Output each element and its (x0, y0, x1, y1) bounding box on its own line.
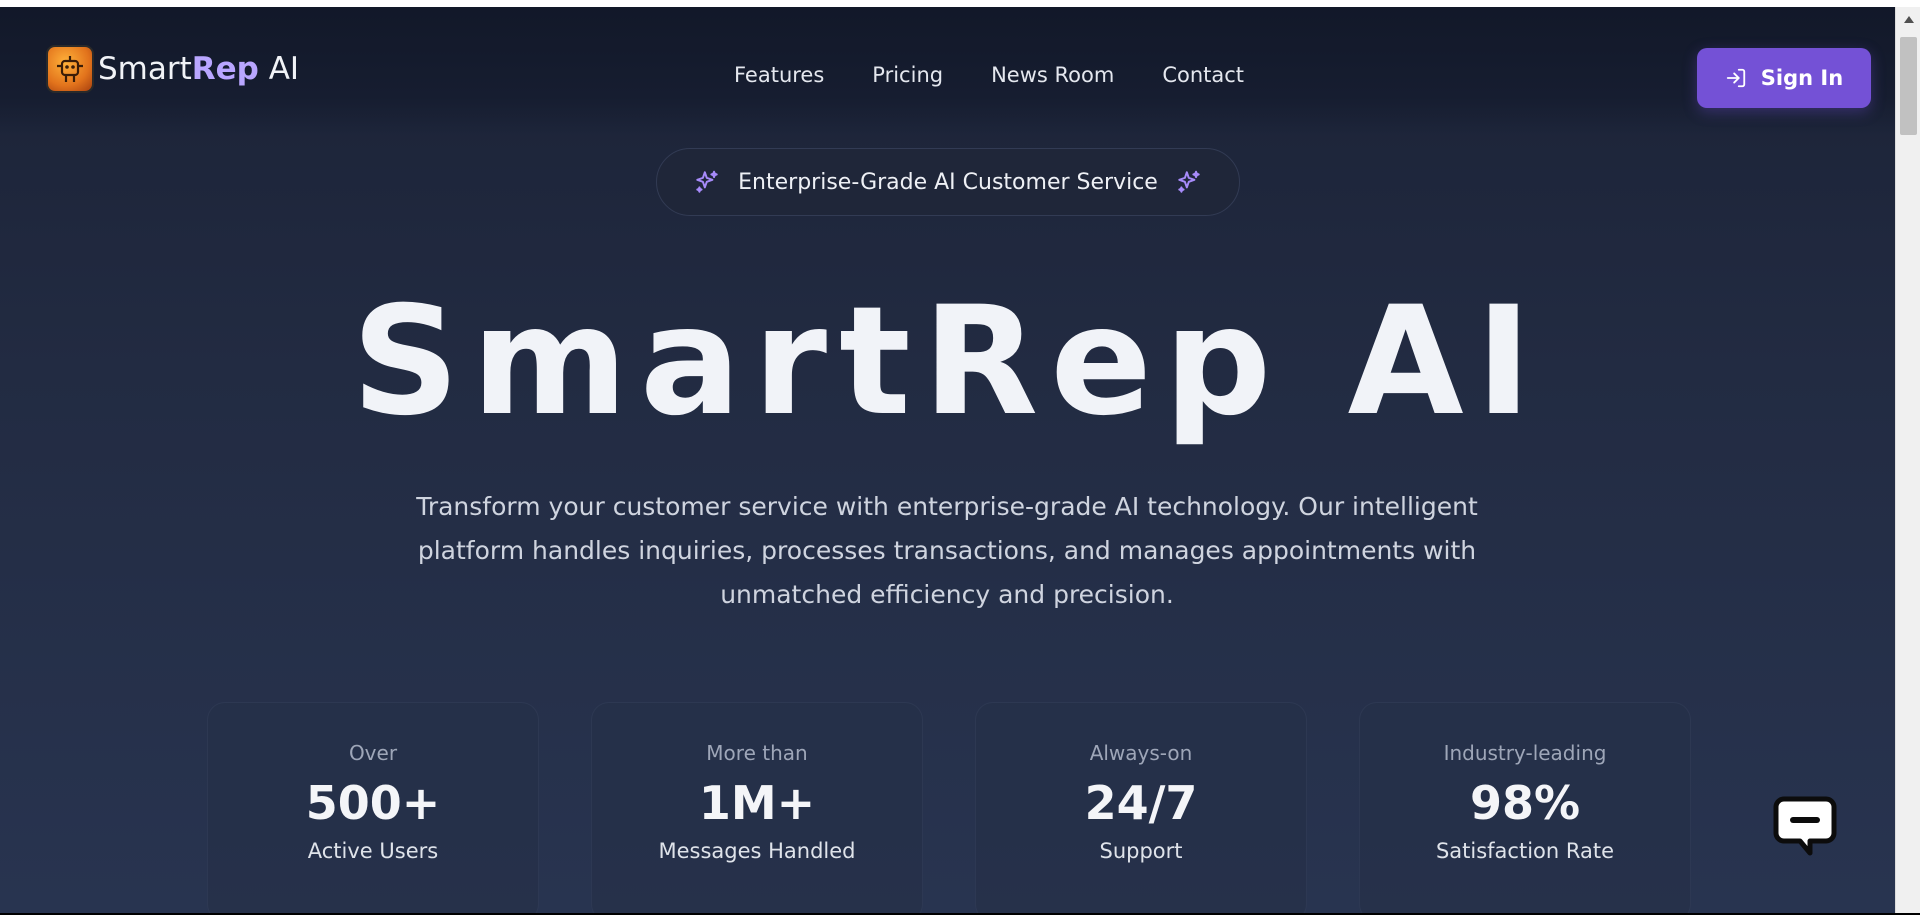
scroll-up-arrow-icon[interactable] (1896, 7, 1920, 31)
nav-link-features[interactable]: Features (734, 63, 824, 87)
stat-label: Messages Handled (658, 839, 856, 863)
brand-wordmark: SmartRep AI (98, 51, 299, 87)
brand-name-part2: Rep (191, 51, 259, 87)
stat-card-users: Over 500+ Active Users (207, 702, 539, 913)
sparkle-icon (696, 170, 718, 193)
sparkle-icon (1178, 170, 1200, 193)
stat-card-messages: More than 1M+ Messages Handled (591, 702, 923, 913)
stat-label: Active Users (307, 839, 439, 863)
sign-in-label: Sign In (1760, 66, 1844, 90)
stat-prefix: Over (348, 741, 398, 765)
sign-in-button[interactable]: Sign In (1697, 48, 1871, 108)
stat-value: 500+ (305, 776, 441, 830)
stat-prefix: Always-on (1089, 741, 1193, 765)
stat-card-support: Always-on 24/7 Support (975, 702, 1307, 913)
page-viewport: SmartRep AI Features Pricing News Room C… (0, 7, 1895, 913)
brand-name-part3: AI (258, 51, 300, 87)
nav-link-news-room[interactable]: News Room (991, 63, 1114, 87)
stat-prefix: Industry-leading (1443, 741, 1607, 765)
stat-value: 98% (1469, 776, 1581, 830)
stat-prefix: More than (706, 741, 808, 765)
top-navbar: SmartRep AI Features Pricing News Room C… (0, 7, 1895, 135)
stat-label: Support (1099, 839, 1183, 863)
nav-link-contact[interactable]: Contact (1162, 63, 1244, 87)
stat-card-satisfaction: Industry-leading 98% Satisfaction Rate (1359, 702, 1691, 913)
brand-name-part1: Smart (98, 51, 192, 87)
hero-description: Transform your customer service with ent… (416, 492, 1478, 609)
robot-chip-icon (46, 45, 94, 93)
brand-logo[interactable]: SmartRep AI (46, 45, 299, 93)
badge-text: Enterprise-Grade AI Customer Service (738, 169, 1158, 195)
nav-link-pricing[interactable]: Pricing (872, 63, 943, 87)
enterprise-badge: Enterprise-Grade AI Customer Service (656, 148, 1240, 216)
stat-label: Satisfaction Rate (1435, 839, 1615, 863)
chat-widget-button[interactable] (1770, 791, 1840, 861)
scrollbar-thumb[interactable] (1900, 37, 1917, 135)
sign-in-arrow-icon (1726, 68, 1745, 88)
hero-title: SmartRep AI (351, 275, 1544, 449)
stat-value: 1M+ (698, 776, 816, 830)
stat-value: 24/7 (1084, 776, 1198, 830)
main-nav: Features Pricing News Room Contact (734, 63, 1292, 87)
vertical-scrollbar[interactable] (1895, 7, 1920, 913)
chat-bubble-icon (1773, 796, 1837, 856)
